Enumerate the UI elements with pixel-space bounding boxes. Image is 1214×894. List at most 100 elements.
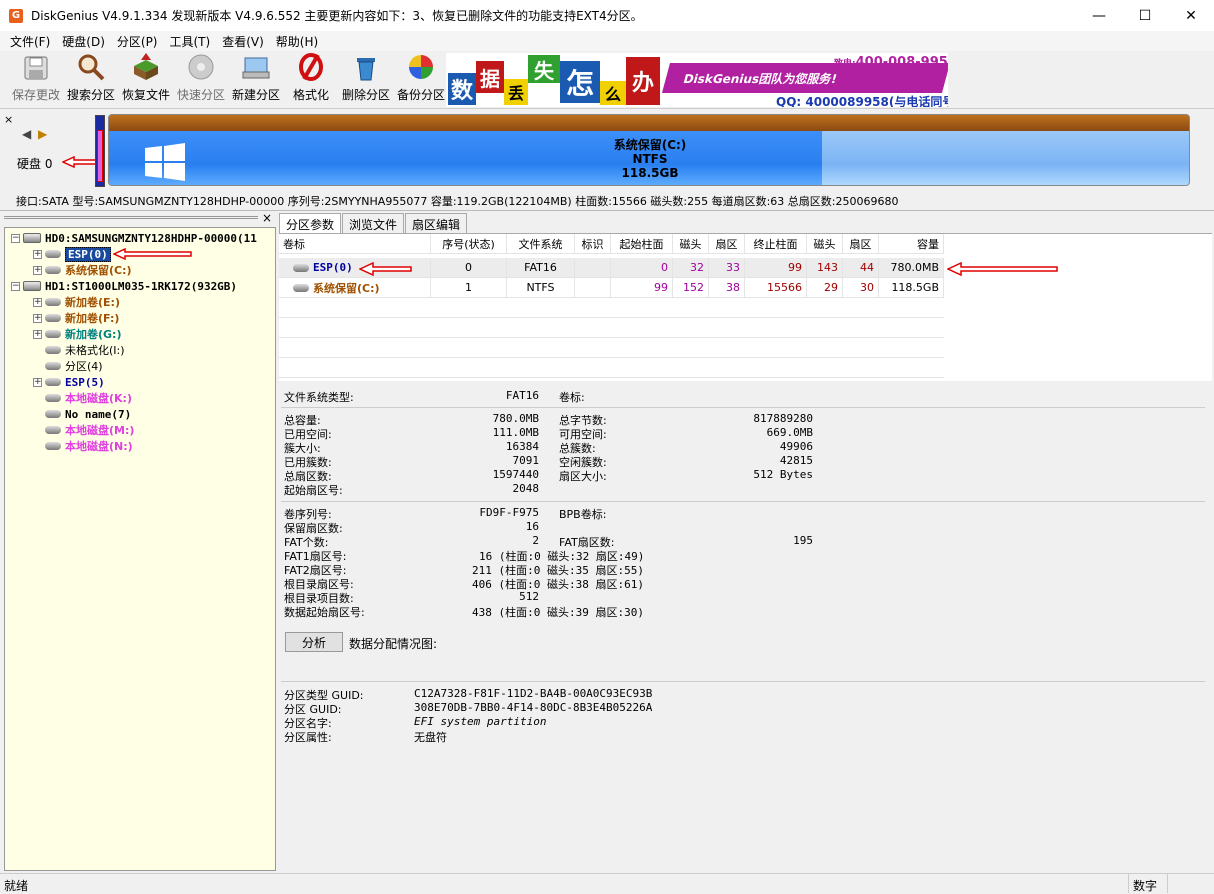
- esp-partition-block[interactable]: [95, 115, 105, 187]
- next-disk-icon[interactable]: ▶: [38, 127, 47, 141]
- tree-node-esp5[interactable]: + ESP(5): [33, 374, 105, 390]
- tree-node-partition4[interactable]: 分区(4): [45, 358, 103, 374]
- partition-guid: 308E70DB-7BB0-4F14-80DC-8B3E4B05226A: [414, 701, 653, 714]
- advertisement-banner[interactable]: 数 据 丢 失 怎 么 办 DiskGenius团队为您服务! 致电:400-0…: [446, 53, 948, 107]
- col-header[interactable]: 起始柱面: [611, 234, 673, 254]
- partition-attributes: 无盘符: [414, 731, 447, 744]
- tree-node-k[interactable]: 本地磁盘(K:): [45, 390, 132, 406]
- new-partition-button[interactable]: 新建分区: [228, 53, 284, 107]
- col-header[interactable]: 容量: [879, 234, 944, 254]
- new-partition-icon: [241, 52, 271, 82]
- disk-label: 硬盘 0: [17, 157, 53, 171]
- partition-type-guid: C12A7328-F81F-11D2-BA4B-00A0C93EC93B: [414, 687, 653, 700]
- backup-icon: [406, 52, 436, 82]
- tree-node-m[interactable]: 本地磁盘(M:): [45, 422, 134, 438]
- format-icon: [296, 52, 326, 82]
- col-header[interactable]: 文件系统: [507, 234, 575, 254]
- tree-node-e[interactable]: + 新加卷(E:): [33, 294, 120, 310]
- status-text: 就绪: [4, 879, 29, 893]
- tree-node-noname7[interactable]: No name(7): [45, 406, 131, 422]
- partition-icon: [45, 314, 61, 322]
- tree-node-system-reserved[interactable]: + 系统保留(C:): [33, 262, 132, 278]
- tree-node-n[interactable]: 本地磁盘(N:): [45, 438, 133, 454]
- disk-map-panel: × ◀ ▶ 硬盘 0 系统保留(C:) NTFS 118.5GB 接口:SATA…: [0, 109, 1214, 211]
- tab-strip: 分区参数 浏览文件 扇区编辑: [279, 213, 468, 233]
- backup-partition-button[interactable]: 备份分区: [393, 53, 449, 107]
- partition-detail-panel: 分区参数 浏览文件 扇区编辑 卷标 序号(状态) 文件系统 标识 起始柱面 磁头…: [279, 211, 1214, 873]
- save-icon: [21, 53, 51, 82]
- col-header[interactable]: 终止柱面: [745, 234, 807, 254]
- fs-type-value: FAT16: [505, 389, 539, 402]
- menu-partition[interactable]: 分区(P): [111, 33, 164, 50]
- trash-icon: [351, 52, 381, 82]
- close-icon[interactable]: ×: [4, 113, 13, 126]
- tree-node-esp0[interactable]: + ESP(0): [33, 246, 193, 262]
- menu-view[interactable]: 查看(V): [216, 33, 270, 50]
- close-button[interactable]: ✕: [1168, 0, 1214, 31]
- tab-partition-params[interactable]: 分区参数: [279, 213, 342, 233]
- partition-name: EFI system partition: [414, 715, 547, 728]
- partition-bar-fs: NTFS: [632, 152, 668, 166]
- delete-partition-button[interactable]: 删除分区: [338, 53, 394, 107]
- partition-icon: [45, 266, 61, 274]
- minimize-button[interactable]: —: [1076, 0, 1122, 31]
- allocation-map-label: 数据分配情况图:: [349, 637, 438, 651]
- red-arrow-icon: [112, 248, 192, 260]
- col-header[interactable]: 扇区: [843, 234, 879, 254]
- partition-icon: [293, 283, 309, 292]
- banner-char: 么: [600, 81, 626, 105]
- menu-file[interactable]: 文件(F): [4, 33, 56, 50]
- banner-char: 办: [626, 57, 660, 105]
- menu-disk[interactable]: 硬盘(D): [56, 33, 111, 50]
- restore-file-button[interactable]: 恢复文件: [118, 53, 174, 107]
- maximize-button[interactable]: ☐: [1122, 0, 1168, 31]
- col-header[interactable]: 序号(状态): [431, 234, 507, 254]
- tree-node-hd0[interactable]: − HD0:SAMSUNGMZNTY128HDHP-00000(11: [11, 230, 257, 246]
- numlock-indicator: 数字: [1128, 874, 1168, 893]
- prev-disk-icon[interactable]: ◀: [22, 127, 31, 141]
- menu-bar: 文件(F) 硬盘(D) 分区(P) 工具(T) 查看(V) 帮助(H): [0, 31, 1214, 51]
- system-partition-block[interactable]: 系统保留(C:) NTFS 118.5GB: [108, 114, 1190, 186]
- partition-icon: [45, 250, 61, 258]
- partition-icon: [45, 362, 61, 370]
- analyze-button[interactable]: 分析: [285, 632, 343, 652]
- save-changes-button[interactable]: 保存更改: [8, 53, 64, 107]
- title-bar: G DiskGenius V4.9.1.334 发现新版本 V4.9.6.552…: [0, 0, 1214, 31]
- tree-node-g[interactable]: + 新加卷(G:): [33, 326, 121, 342]
- table-header: 卷标 序号(状态) 文件系统 标识 起始柱面 磁头 扇区 终止柱面 磁头 扇区 …: [279, 234, 944, 254]
- search-partition-button[interactable]: 搜索分区: [63, 53, 119, 107]
- tab-browse-files[interactable]: 浏览文件: [342, 213, 405, 233]
- banner-char: 数: [448, 73, 476, 105]
- tree-node-i[interactable]: 未格式化(I:): [45, 342, 125, 358]
- partition-bar-size: 118.5GB: [621, 166, 679, 180]
- partition-details: 文件系统类型: FAT16 卷标: 总容量: 780.0MB 已用空间: 111…: [279, 381, 1214, 873]
- banner-phone: 400-008-9958: [855, 55, 948, 70]
- window-title: DiskGenius V4.9.1.334 发现新版本 V4.9.6.552 主…: [31, 9, 643, 23]
- close-icon[interactable]: ×: [262, 211, 272, 225]
- red-arrow-icon: [358, 261, 413, 279]
- format-button[interactable]: 格式化: [283, 53, 339, 107]
- red-arrow-icon: [61, 155, 98, 171]
- partition-icon: [45, 330, 61, 338]
- partition-table: 卷标 序号(状态) 文件系统 标识 起始柱面 磁头 扇区 终止柱面 磁头 扇区 …: [279, 233, 1212, 381]
- quick-partition-button[interactable]: 快速分区: [173, 53, 229, 107]
- menu-tools[interactable]: 工具(T): [164, 33, 217, 50]
- col-header[interactable]: 扇区: [709, 234, 745, 254]
- disk-tree-panel: × − HD0:SAMSUNGMZNTY128HDHP-00000(11 + ESP…: [0, 211, 278, 873]
- partition-icon: [45, 378, 61, 386]
- col-header[interactable]: 标识: [575, 234, 611, 254]
- col-header[interactable]: 磁头: [807, 234, 843, 254]
- tab-sector-editor[interactable]: 扇区编辑: [405, 213, 468, 233]
- partition-icon: [45, 410, 61, 418]
- partition-icon: [293, 263, 309, 272]
- tree-node-hd1[interactable]: − HD1:ST1000LM035-1RK172(932GB): [11, 278, 237, 294]
- table-row[interactable]: 系统保留(C:) 1 NTFS 99 152 38 15566 29 30 11…: [279, 278, 944, 298]
- partition-icon: [45, 394, 61, 402]
- partition-icon: [45, 426, 61, 434]
- col-header[interactable]: 磁头: [673, 234, 709, 254]
- tree-node-f[interactable]: + 新加卷(F:): [33, 310, 119, 326]
- menu-help[interactable]: 帮助(H): [270, 33, 324, 50]
- col-header[interactable]: 卷标: [279, 234, 431, 254]
- toolbar: 保存更改 搜索分区 恢复文件 快速分区 新建分区 格式化 删除分区 备份分区 数…: [0, 51, 1214, 109]
- disk-info-line: 接口:SATA 型号:SAMSUNGMZNTY128HDHP-00000 序列号…: [16, 195, 899, 208]
